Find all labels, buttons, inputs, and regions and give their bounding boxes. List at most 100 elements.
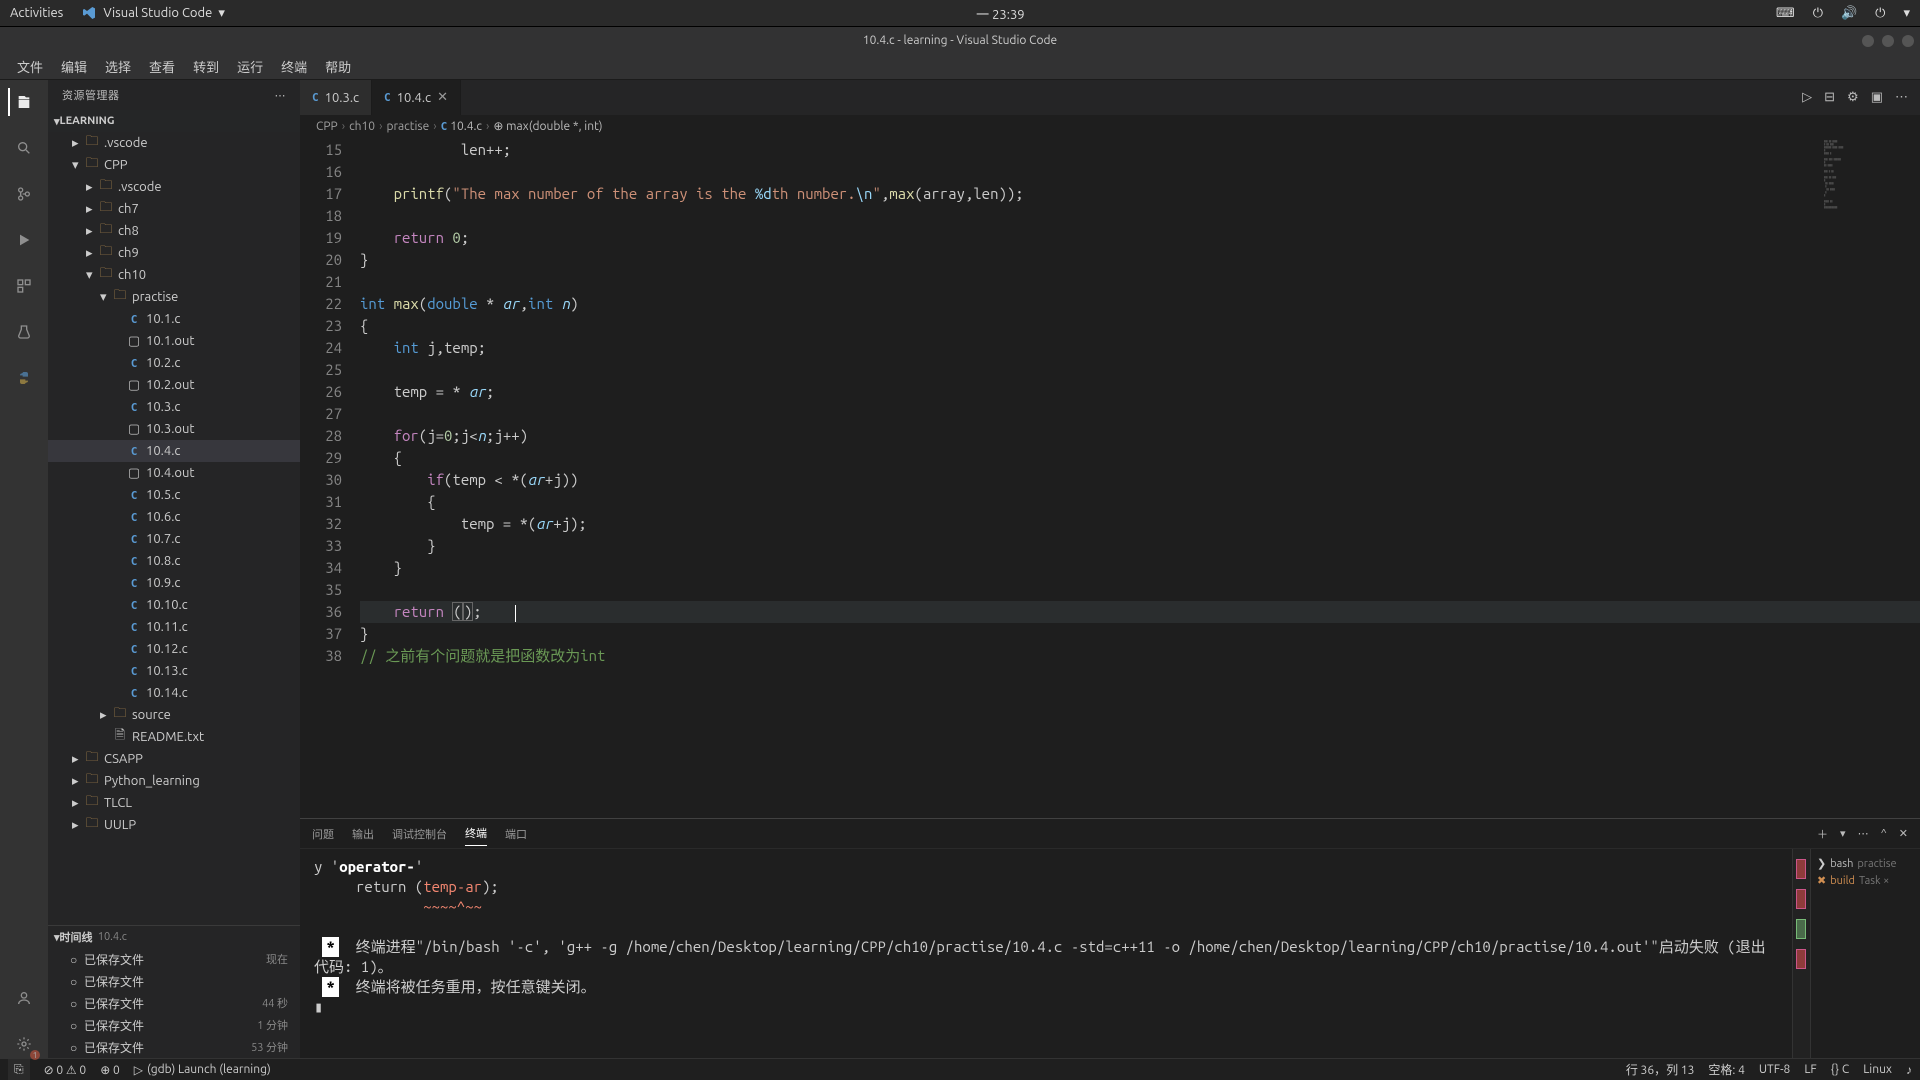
panel-tab-调试控制台[interactable]: 调试控制台 [392,822,447,846]
tree-item[interactable]: ▢10.3.out [48,418,300,440]
source-control-icon[interactable] [10,180,38,208]
tree-item[interactable]: C10.4.c [48,440,300,462]
tree-item[interactable]: ▸🗀.vscode [48,176,300,198]
tree-item[interactable]: ▸🗀source [48,704,300,726]
tree-item[interactable]: ▢10.2.out [48,374,300,396]
debug-launch-status[interactable]: ▷ (gdb) Launch (learning) [134,1063,271,1077]
minimap[interactable]: ███ ██ █████ ██ █████████ ████ █████████… [1820,137,1920,317]
terminal-output[interactable]: y 'operator-' return (temp-ar); ~~~~^~~ … [300,849,1792,1058]
tree-item[interactable]: C10.5.c [48,484,300,506]
timeline-item[interactable]: ○已保存文件现在 [48,948,300,970]
tree-item[interactable]: C10.7.c [48,528,300,550]
editor-tab[interactable]: C10.4.c✕ [372,80,461,115]
new-terminal-icon[interactable]: ＋ [1817,826,1828,842]
close-button[interactable] [1902,35,1914,47]
panel-tab-端口[interactable]: 端口 [505,822,527,846]
status-item[interactable]: ♪ [1906,1061,1912,1078]
menu-查看[interactable]: 查看 [140,54,184,79]
volume-icon[interactable]: 🔊 [1841,6,1857,21]
terminal-scrubber[interactable] [1792,849,1810,1058]
breadcrumb[interactable]: CPP›ch10›practise›C 10.4.c›⊕ max(double … [300,115,1920,137]
accounts-icon[interactable] [10,984,38,1012]
menu-帮助[interactable]: 帮助 [316,54,360,79]
maximize-panel-icon[interactable]: ^ [1881,828,1887,840]
menu-转到[interactable]: 转到 [184,54,228,79]
run-button-icon[interactable]: ▷ [1802,90,1812,105]
more-icon[interactable]: ⋯ [275,89,287,102]
chevron-down-icon[interactable]: ▾ [1840,827,1846,840]
layout-icon[interactable]: ▣ [1871,90,1883,105]
settings-icon[interactable]: 1 [10,1030,38,1058]
maximize-button[interactable] [1882,35,1894,47]
status-item[interactable]: Linux [1863,1061,1892,1078]
close-tab-icon[interactable]: ✕ [437,90,448,105]
workspace-root[interactable]: ▾LEARNING [48,110,300,132]
python-icon[interactable] [10,364,38,392]
timeline-item[interactable]: ○已保存文件 [48,970,300,992]
tree-item[interactable]: C10.12.c [48,638,300,660]
tree-item[interactable]: C10.9.c [48,572,300,594]
tree-item[interactable]: ▸🗀Python_learning [48,770,300,792]
explorer-icon[interactable] [8,88,38,116]
menu-编辑[interactable]: 编辑 [52,54,96,79]
timeline-item[interactable]: ○已保存文件44 秒 [48,992,300,1014]
power-icon[interactable]: ⏻ [1875,6,1885,21]
panel-tab-问题[interactable]: 问题 [312,822,334,846]
tree-item[interactable]: C10.11.c [48,616,300,638]
tree-item[interactable]: C10.13.c [48,660,300,682]
timeline-item[interactable]: ○已保存文件53 分钟 [48,1036,300,1058]
clock[interactable]: 一 23:39 [225,4,1776,23]
minimize-button[interactable] [1862,35,1874,47]
terminal-instance[interactable]: ✖ build Task × [1817,872,1914,889]
timeline-title[interactable]: ▾时间线 10.4.c [48,926,300,948]
status-item[interactable]: 行 36，列 13 [1626,1061,1695,1078]
tree-item[interactable]: ▸🗀UULP [48,814,300,836]
timeline-item[interactable]: ○已保存文件1 分钟 [48,1014,300,1036]
remote-indicator[interactable]: ⎘ [8,1059,30,1080]
tree-item[interactable]: ▢10.1.out [48,330,300,352]
tree-item[interactable]: C10.14.c [48,682,300,704]
breadcrumb-part[interactable]: ch10 [349,120,375,133]
menu-文件[interactable]: 文件 [8,54,52,79]
tree-item[interactable]: C10.10.c [48,594,300,616]
menu-运行[interactable]: 运行 [228,54,272,79]
tree-item[interactable]: C10.6.c [48,506,300,528]
network-icon[interactable]: ⏻ [1813,6,1823,21]
more-icon[interactable]: ⋯ [1895,90,1908,105]
activities-button[interactable]: Activities [10,6,63,20]
tree-item[interactable]: C10.2.c [48,352,300,374]
chevron-down-icon[interactable]: ▾ [1903,6,1910,21]
status-item[interactable]: {} C [1831,1061,1849,1078]
more-icon[interactable]: ⋯ [1858,827,1869,840]
problems-status[interactable]: ⊘ 0 ⚠ 0 [44,1063,87,1077]
tree-item[interactable]: ▢10.4.out [48,462,300,484]
tree-item[interactable]: C10.8.c [48,550,300,572]
menu-终端[interactable]: 终端 [272,54,316,79]
tree-item[interactable]: ▾🗀practise [48,286,300,308]
editor-tab[interactable]: C10.3.c [300,80,372,115]
split-editor-icon[interactable]: ⊟ [1824,90,1835,105]
breadcrumb-part[interactable]: CPP [316,120,338,133]
status-item[interactable]: UTF-8 [1759,1061,1790,1078]
tree-item[interactable]: C10.1.c [48,308,300,330]
status-item[interactable]: 空格: 4 [1708,1061,1744,1078]
terminal-instance[interactable]: ❯ bash practise [1817,855,1914,872]
gear-icon[interactable]: ⚙ [1847,90,1859,105]
tree-item[interactable]: ▾🗀ch10 [48,264,300,286]
tree-item[interactable]: ▸🗀ch8 [48,220,300,242]
tree-item[interactable]: ▸🗀ch7 [48,198,300,220]
tree-item[interactable]: ▸🗀ch9 [48,242,300,264]
close-panel-icon[interactable]: ✕ [1899,827,1908,840]
tree-item[interactable]: ▾🗀CPP [48,154,300,176]
tree-item[interactable]: C10.3.c [48,396,300,418]
code-editor[interactable]: 1516171819202122232425262728293031323334… [300,137,1920,818]
panel-tab-输出[interactable]: 输出 [352,822,374,846]
extensions-icon[interactable] [10,272,38,300]
tree-item[interactable]: ▸🗀.vscode [48,132,300,154]
breadcrumb-part[interactable]: practise [386,120,429,133]
run-debug-icon[interactable] [10,226,38,254]
status-item[interactable]: LF [1804,1061,1816,1078]
tree-item[interactable]: ▸🗀CSAPP [48,748,300,770]
panel-tab-终端[interactable]: 终端 [465,821,487,846]
testing-icon[interactable] [10,318,38,346]
